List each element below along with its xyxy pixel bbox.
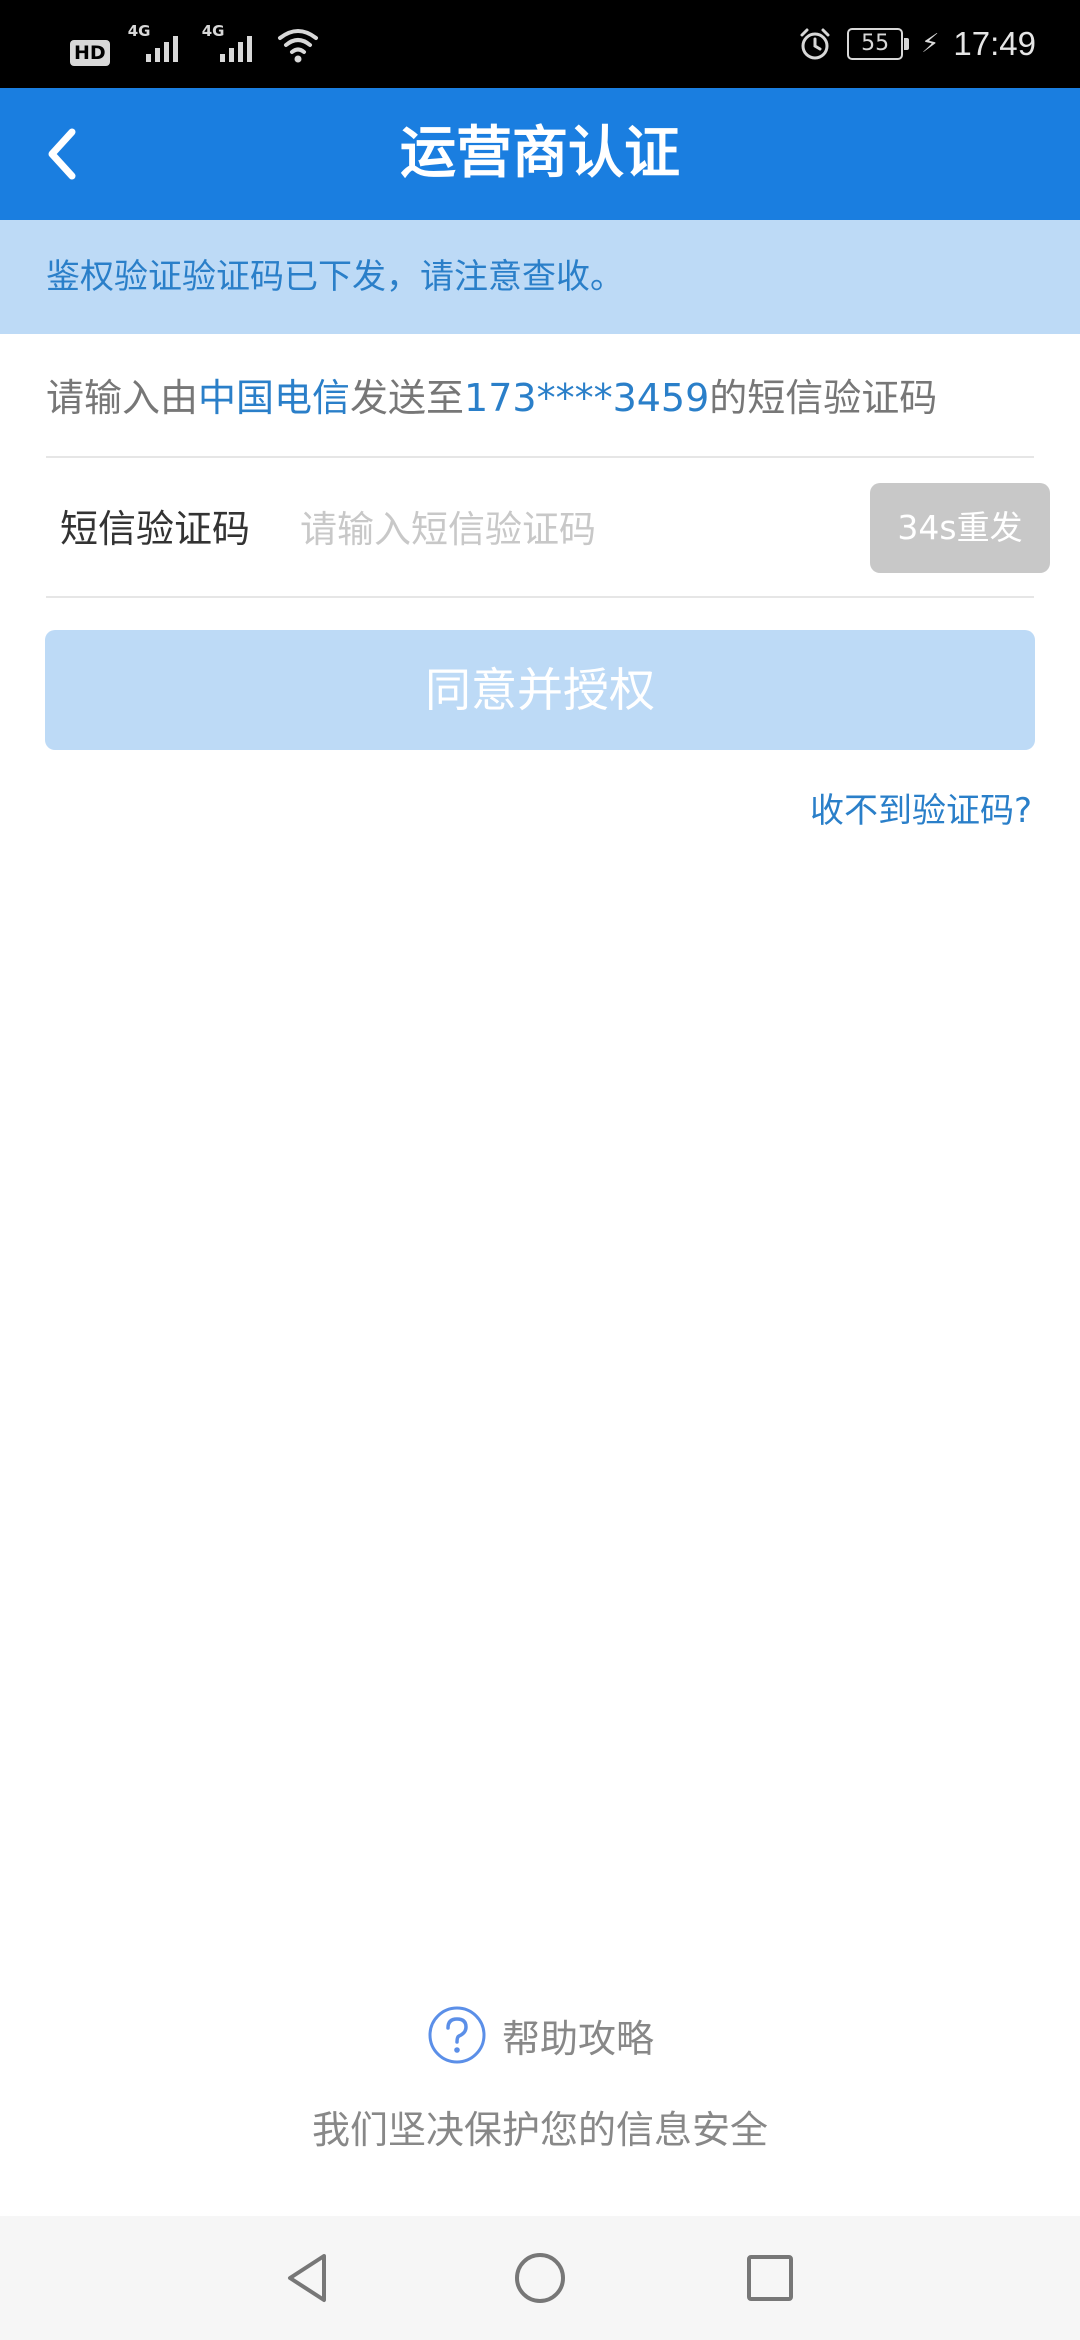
alarm-icon: [800, 28, 830, 60]
notice-banner: 鉴权验证验证码已下发，请注意查收。: [0, 220, 1080, 334]
no-code-link[interactable]: 收不到验证码?: [810, 786, 1032, 836]
sms-code-input[interactable]: [300, 500, 860, 558]
hint-middle: 发送至: [350, 376, 465, 420]
back-triangle-icon[interactable]: [278, 2248, 338, 2308]
help-guide-link[interactable]: 帮助攻略: [0, 2000, 1080, 2070]
status-right-group: 55 ⚡ 17:49: [797, 20, 1036, 68]
resend-button[interactable]: 34s重发: [870, 483, 1050, 573]
hint-phone: 173****3459: [464, 376, 710, 420]
status-bar: HD 4G 4G 55 ⚡ 17:49: [0, 0, 1080, 88]
divider-bottom: [46, 596, 1034, 598]
home-circle-icon[interactable]: [510, 2248, 570, 2308]
divider-top: [46, 456, 1034, 458]
safety-statement: 我们坚决保护您的信息安全: [311, 2108, 768, 2152]
agree-authorize-button[interactable]: 同意并授权: [45, 630, 1035, 750]
wifi-icon: [277, 29, 318, 63]
hd-badge: HD: [70, 40, 110, 66]
signal-icon-1: 4G: [128, 22, 184, 66]
battery-icon: 55: [847, 28, 910, 60]
sms-code-label: 短信验证码: [60, 507, 251, 551]
notice-text: 鉴权验证验证码已下发，请注意查收。: [46, 257, 624, 297]
status-left-group: HD 4G 4G: [70, 22, 320, 66]
hint-carrier: 中国电信: [198, 376, 351, 420]
system-nav-bar: [0, 2216, 1080, 2340]
app-bar: 运营商认证: [0, 88, 1080, 220]
hint-suffix: 的短信验证码: [709, 376, 938, 420]
help-guide-label: 帮助攻略: [501, 2016, 654, 2061]
battery-level: 55: [861, 31, 890, 56]
recents-square-icon[interactable]: [740, 2248, 800, 2308]
page-title: 运营商认证: [400, 121, 680, 186]
chevron-left-icon: [48, 128, 76, 180]
signal-icon-2: 4G: [202, 22, 258, 66]
question-circle-icon: [428, 2006, 486, 2064]
hint-prefix: 请输入由: [46, 376, 199, 420]
back-button[interactable]: [30, 118, 102, 190]
charging-icon: ⚡: [921, 29, 940, 59]
sms-code-row: 短信验证码 34s重发: [0, 462, 1080, 596]
sms-hint: 请输入由中国电信发送至173****3459的短信验证码: [46, 334, 937, 462]
status-time: 17:49: [953, 25, 1036, 62]
